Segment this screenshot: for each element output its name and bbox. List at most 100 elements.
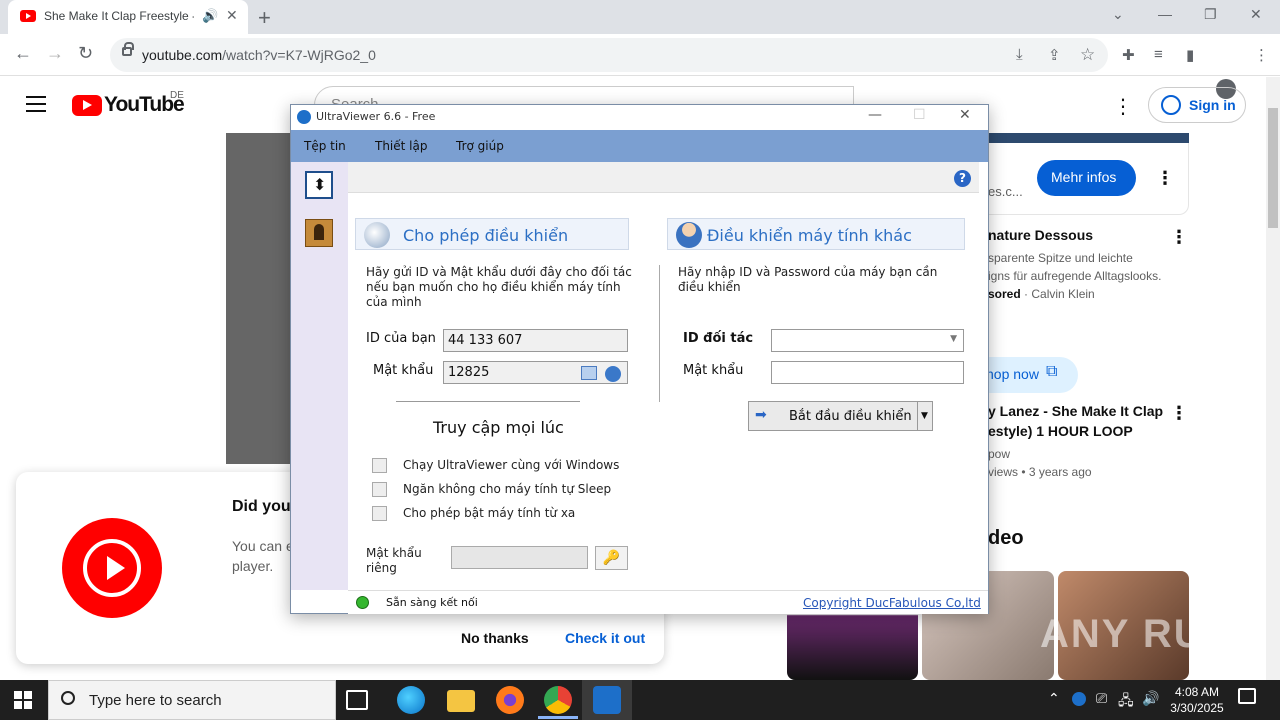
mehr-infos-button[interactable]: Mehr infos xyxy=(1037,160,1136,196)
taskbar-clock[interactable]: 4:08 AM 3/30/2025 xyxy=(1162,684,1232,716)
task-view-icon[interactable] xyxy=(346,690,368,710)
password-field[interactable]: 12825 xyxy=(443,361,628,384)
video-title-line2[interactable]: estyle) 1 HOUR LOOP xyxy=(988,423,1133,439)
side-panel-icon[interactable]: ▮ xyxy=(1186,46,1194,64)
media-control-icon[interactable]: ≡ xyxy=(1154,46,1163,63)
speaker-icon[interactable]: 🔊 xyxy=(202,8,218,24)
dropdown-arrow-icon[interactable]: ▼ xyxy=(950,334,957,344)
chrome-menu-icon[interactable]: ⋮ xyxy=(1254,46,1269,64)
option-wake-on-lan[interactable]: Cho phép bật máy tính từ xa xyxy=(403,506,575,521)
firefox-icon[interactable] xyxy=(496,686,524,714)
check-it-out-button[interactable]: Check it out xyxy=(565,630,645,646)
uv-menubar: Tệp tin Thiết lập Trợ giúp xyxy=(291,130,988,162)
ultraviewer-taskbar-icon[interactable] xyxy=(593,686,621,714)
taskbar-search-box[interactable]: Type here to search xyxy=(48,680,336,720)
start-control-button[interactable]: ➡ Bắt đầu điều khiển ▼ xyxy=(748,401,933,431)
close-window-button[interactable]: ✕ xyxy=(1250,6,1262,23)
your-id-field[interactable]: 44 133 607 xyxy=(443,329,628,352)
satellite-dish-icon xyxy=(364,222,390,248)
network-icon[interactable]: 🖧 xyxy=(1118,690,1134,714)
tab-close-icon[interactable]: ✕ xyxy=(226,7,238,24)
install-icon[interactable]: ⤓ xyxy=(1016,46,1023,63)
uv-maximize-button[interactable]: ☐ xyxy=(913,107,926,123)
tab-strip: She Make It Clap Freestyle - 🔊 ✕ + ⌄ — ❐… xyxy=(0,0,1280,34)
refresh-password-icon[interactable] xyxy=(605,366,621,382)
uv-close-button[interactable]: ✕ xyxy=(959,107,971,123)
connection-tab-icon[interactable] xyxy=(305,171,333,199)
new-tab-button[interactable]: + xyxy=(258,5,271,31)
video-title-line1[interactable]: y Lanez - She Make It Clap xyxy=(988,403,1163,419)
lock-icon[interactable] xyxy=(122,42,134,56)
partner-password-label: Mật khẩu xyxy=(683,363,744,378)
url-text[interactable]: youtube.com/watch?v=K7-WjRGo2_0 xyxy=(142,47,376,63)
password-label: Mật khẩu xyxy=(373,363,434,378)
country-code: DE xyxy=(170,90,184,101)
external-link-icon: ⧉ xyxy=(1046,363,1058,380)
ad2-menu-icon[interactable]: ⋮ xyxy=(1170,227,1188,248)
video-meta: views • 3 years ago xyxy=(988,465,1092,479)
copyright-link[interactable]: Copyright DucFabulous Co,ltd xyxy=(803,596,981,610)
help-icon[interactable]: ? xyxy=(954,170,971,187)
address-bar[interactable]: youtube.com/watch?v=K7-WjRGo2_0 ⤓ ⇪ ☆ xyxy=(110,38,1108,72)
ultraviewer-app-icon xyxy=(297,110,311,124)
bookmark-star-icon[interactable]: ☆ xyxy=(1080,45,1095,65)
minimize-button[interactable]: — xyxy=(1158,6,1172,22)
checkbox-run-with-windows[interactable] xyxy=(372,458,387,473)
checkbox-wake-on-lan[interactable] xyxy=(372,506,387,521)
back-icon[interactable]: ← xyxy=(14,43,32,64)
sign-in-button[interactable]: Sign in xyxy=(1148,87,1246,123)
windows-start-icon[interactable] xyxy=(14,691,32,709)
ad-menu-icon[interactable]: ⋮ xyxy=(1156,168,1174,189)
ad2-desc-line1: sparente Spitze und leichte xyxy=(988,251,1133,265)
tray-device-icon[interactable]: ⎚ xyxy=(1096,690,1107,707)
notifications-icon[interactable] xyxy=(1238,688,1256,704)
uv-minimize-button[interactable]: — xyxy=(868,107,882,123)
menu-file[interactable]: Tệp tin xyxy=(304,139,346,153)
allow-control-description: Hãy gửi ID và Mật khẩu dưới đây cho đối … xyxy=(366,265,632,309)
option-prevent-sleep[interactable]: Ngăn không cho máy tính tự Sleep xyxy=(403,482,611,497)
edge-icon[interactable] xyxy=(397,686,425,714)
option-run-with-windows[interactable]: Chạy UltraViewer cùng với Windows xyxy=(403,458,619,473)
ad2-sponsor: sored · Calvin Klein xyxy=(988,287,1095,301)
settings-kebab-icon[interactable]: ⋮ xyxy=(1113,94,1133,119)
menu-help[interactable]: Trợ giúp xyxy=(456,139,504,153)
account-icon xyxy=(1161,95,1181,115)
partner-password-field[interactable] xyxy=(771,361,964,384)
uv-top-bar xyxy=(348,162,979,193)
ad-banner-image[interactable] xyxy=(960,133,1189,143)
ad2-title[interactable]: nature Dessous xyxy=(988,227,1093,243)
video-menu-icon[interactable]: ⋮ xyxy=(1170,403,1188,424)
tab-active[interactable]: She Make It Clap Freestyle - 🔊 ✕ xyxy=(8,0,248,34)
forward-icon[interactable]: → xyxy=(46,43,64,64)
checkbox-prevent-sleep[interactable] xyxy=(372,482,387,497)
chrome-icon[interactable] xyxy=(544,686,572,714)
youtube-logo-icon[interactable] xyxy=(72,95,102,116)
menu-settings[interactable]: Thiết lập xyxy=(375,139,427,153)
file-explorer-icon[interactable] xyxy=(447,690,475,712)
anyrun-watermark: ANY RUN xyxy=(1040,612,1236,656)
share-icon[interactable]: ⇪ xyxy=(1048,46,1061,64)
hamburger-menu-icon[interactable] xyxy=(26,96,46,112)
private-password-field[interactable] xyxy=(451,546,588,569)
scrollbar-thumb[interactable] xyxy=(1268,108,1278,228)
status-indicator-icon xyxy=(356,596,369,609)
section-heading: deo xyxy=(988,527,1024,549)
no-thanks-button[interactable]: No thanks xyxy=(461,630,529,646)
video-channel[interactable]: pow xyxy=(988,447,1010,461)
key-icon[interactable]: 🔑 xyxy=(595,546,628,570)
contacts-tab-icon[interactable] xyxy=(305,219,333,247)
uv-titlebar[interactable]: UltraViewer 6.6 - Free — ☐ ✕ xyxy=(291,105,988,130)
reload-icon[interactable]: ↻ xyxy=(78,43,93,64)
copy-icon[interactable] xyxy=(581,366,597,380)
partner-id-combobox[interactable]: ▼ xyxy=(771,329,964,352)
tab-search-icon[interactable]: ⌄ xyxy=(1112,6,1124,23)
start-dropdown-icon[interactable]: ▼ xyxy=(921,411,928,421)
extensions-icon[interactable]: ✚ xyxy=(1122,46,1135,64)
tray-chevron-icon[interactable]: ⌃ xyxy=(1048,690,1060,707)
volume-icon[interactable]: 🔊 xyxy=(1142,690,1159,707)
private-password-label: Mật khẩu riêng xyxy=(366,546,422,575)
ultraviewer-window: UltraViewer 6.6 - Free — ☐ ✕ Tệp tin Thi… xyxy=(290,104,989,614)
anytime-access-title: Truy cập mọi lúc xyxy=(433,418,564,437)
restore-button[interactable]: ❐ xyxy=(1204,6,1217,23)
tray-ultraviewer-icon[interactable] xyxy=(1072,692,1086,706)
